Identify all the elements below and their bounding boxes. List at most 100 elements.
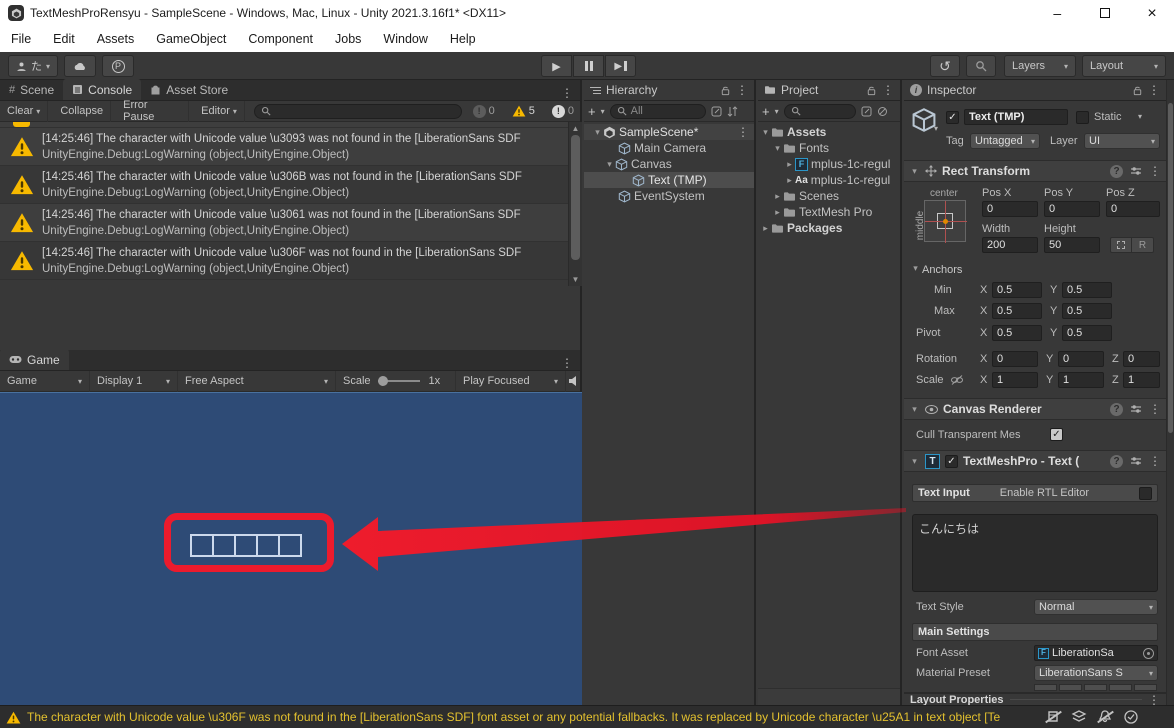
project-item-textmeshpro[interactable]: ▸ TextMesh Pro xyxy=(758,204,900,220)
project-item-assets[interactable]: ▾ Assets xyxy=(758,124,900,140)
cull-transparent-mesh-checkbox[interactable]: ✓ xyxy=(1050,428,1063,441)
asset-picker-icon[interactable] xyxy=(861,106,872,117)
style-button[interactable] xyxy=(1034,684,1057,691)
foldout-arrow[interactable]: ▾ xyxy=(772,143,783,154)
lock-icon[interactable] xyxy=(720,85,731,96)
console-row[interactable]: [14:25:46] The character with Unicode va… xyxy=(0,204,568,242)
pause-button[interactable] xyxy=(573,55,604,77)
rotation-x-field[interactable]: 0 xyxy=(992,351,1038,367)
scale-y-field[interactable]: 1 xyxy=(1058,372,1104,388)
hierarchy-item-eventsystem[interactable]: EventSystem xyxy=(584,188,754,204)
min-y-field[interactable]: 0.5 xyxy=(1062,282,1112,298)
pos-z-field[interactable]: 0 xyxy=(1106,201,1160,217)
scene-kebab[interactable]: ⋮ xyxy=(737,125,754,139)
foldout-arrow[interactable]: ▾ xyxy=(909,404,920,415)
foldout-arrow[interactable]: ▸ xyxy=(784,175,795,186)
aspect-dropdown[interactable]: Free Aspect▾ xyxy=(178,371,336,392)
game-viewport[interactable] xyxy=(0,392,582,705)
presets-icon[interactable] xyxy=(1130,455,1142,467)
maximize-button[interactable] xyxy=(1083,0,1127,26)
foldout-arrow[interactable]: ▾ xyxy=(592,127,603,138)
tab-scene[interactable]: #Scene xyxy=(0,79,63,100)
help-icon[interactable]: ? xyxy=(1110,403,1123,416)
layout-properties-bar[interactable]: Layout Properties ⋮ xyxy=(904,692,1166,705)
static-checkbox[interactable] xyxy=(1076,111,1089,124)
foldout-arrow[interactable]: ▾ xyxy=(760,127,771,138)
project-item-packages[interactable]: ▸ Packages xyxy=(758,220,900,236)
style-button[interactable] xyxy=(1084,684,1107,691)
style-button[interactable] xyxy=(1134,684,1157,691)
game-view-dropdown[interactable]: Game▾ xyxy=(0,371,90,392)
canvas-renderer-header[interactable]: ▾ Canvas Renderer ?⋮ xyxy=(904,398,1166,420)
anchor-preset-widget[interactable] xyxy=(924,200,966,242)
error-pause-button[interactable]: Error Pause xyxy=(116,101,189,122)
scroll-up-arrow[interactable]: ▲ xyxy=(569,124,582,133)
rect-transform-header[interactable]: ▾ Rect Transform ?⋮ xyxy=(904,160,1166,182)
console-scrollbar[interactable]: ▲ ▼ xyxy=(568,122,582,286)
component-kebab[interactable]: ⋮ xyxy=(1149,454,1161,468)
warning-count-badge[interactable]: 5 xyxy=(506,105,541,117)
inspector-scrollbar[interactable] xyxy=(1166,80,1174,705)
error-count-badge[interactable]: !0 xyxy=(467,105,501,118)
rotation-z-field[interactable]: 0 xyxy=(1123,351,1160,367)
blueprint-mode-button[interactable] xyxy=(1110,237,1132,253)
project-item-font-asset[interactable]: ▸ F mplus-1c-regul xyxy=(758,156,900,172)
add-gameobject-button[interactable]: + xyxy=(588,104,596,119)
display-dropdown[interactable]: Display 1▾ xyxy=(90,371,178,392)
rotation-y-field[interactable]: 0 xyxy=(1058,351,1104,367)
project-item-scenes[interactable]: ▸ Scenes xyxy=(758,188,900,204)
text-style-dropdown[interactable]: Normal▾ xyxy=(1034,599,1158,615)
foldout-arrow[interactable]: ▸ xyxy=(760,223,771,234)
tab-asset-store[interactable]: Asset Store xyxy=(141,79,237,100)
foldout-arrow[interactable]: ▸ xyxy=(772,191,783,202)
menu-window[interactable]: Window xyxy=(372,32,438,46)
log-count-badge[interactable]: !0 xyxy=(546,105,580,118)
foldout-arrow[interactable]: ▾ xyxy=(604,159,615,170)
hierarchy-item-main-camera[interactable]: Main Camera xyxy=(584,140,754,156)
menu-edit[interactable]: Edit xyxy=(42,32,86,46)
hierarchy-search-input[interactable]: All xyxy=(610,104,706,119)
hierarchy-menu-kebab[interactable]: ⋮ xyxy=(736,83,748,97)
scale-slider[interactable] xyxy=(378,376,420,386)
inspector-menu-kebab[interactable]: ⋮ xyxy=(1148,83,1160,97)
collapse-button[interactable]: Collapse xyxy=(53,101,111,122)
presets-icon[interactable] xyxy=(1130,165,1142,177)
editor-dropdown[interactable]: Editor▾ xyxy=(194,101,245,122)
text-input-textarea[interactable]: こんにちは xyxy=(912,514,1158,592)
lock-icon[interactable] xyxy=(1132,85,1143,96)
cache-server-disabled-icon[interactable] xyxy=(1043,709,1063,725)
layers-dropdown[interactable]: Layers▾ xyxy=(1004,55,1076,77)
clear-button[interactable]: Clear▾ xyxy=(0,101,48,122)
cloud-button[interactable] xyxy=(64,55,96,77)
menu-file[interactable]: File xyxy=(0,32,42,46)
textmeshpro-header[interactable]: ▾ T ✓ TextMeshPro - Text ( ?⋮ xyxy=(904,450,1166,472)
console-search-input[interactable] xyxy=(254,104,462,119)
max-x-field[interactable]: 0.5 xyxy=(992,303,1042,319)
menu-component[interactable]: Component xyxy=(237,32,324,46)
tab-game[interactable]: Game xyxy=(0,349,69,370)
status-message[interactable]: The character with Unicode value \u306F … xyxy=(27,710,1037,724)
play-focused-dropdown[interactable]: Play Focused▾ xyxy=(456,371,566,392)
menu-jobs[interactable]: Jobs xyxy=(324,32,372,46)
collab-icon[interactable] xyxy=(1069,709,1089,725)
menu-assets[interactable]: Assets xyxy=(86,32,146,46)
hierarchy-item-text-tmp[interactable]: Text (TMP) xyxy=(584,172,754,188)
component-kebab[interactable]: ⋮ xyxy=(1149,164,1161,178)
sort-icon[interactable] xyxy=(727,106,738,117)
foldout-arrow[interactable]: ▾ xyxy=(909,456,920,467)
font-style-buttons-partial[interactable] xyxy=(1034,684,1157,691)
account-button[interactable]: た ▾ xyxy=(8,55,58,77)
foldout-arrow[interactable]: ▸ xyxy=(784,159,795,170)
plastic-scm-button[interactable]: P xyxy=(102,55,134,77)
play-button[interactable]: ▶ xyxy=(541,55,572,77)
style-button[interactable] xyxy=(1059,684,1082,691)
project-item-font-file[interactable]: ▸ Aa mplus-1c-regul xyxy=(758,172,900,188)
scene-picker-icon[interactable] xyxy=(711,106,722,117)
tab-console[interactable]: Console xyxy=(63,79,141,100)
pos-y-field[interactable]: 0 xyxy=(1044,201,1100,217)
status-bar[interactable]: The character with Unicode value \u306F … xyxy=(0,705,1174,728)
pivot-x-field[interactable]: 0.5 xyxy=(992,325,1042,341)
search-button[interactable] xyxy=(966,55,996,77)
minimize-button[interactable]: – xyxy=(1035,0,1079,26)
menu-help[interactable]: Help xyxy=(439,32,487,46)
